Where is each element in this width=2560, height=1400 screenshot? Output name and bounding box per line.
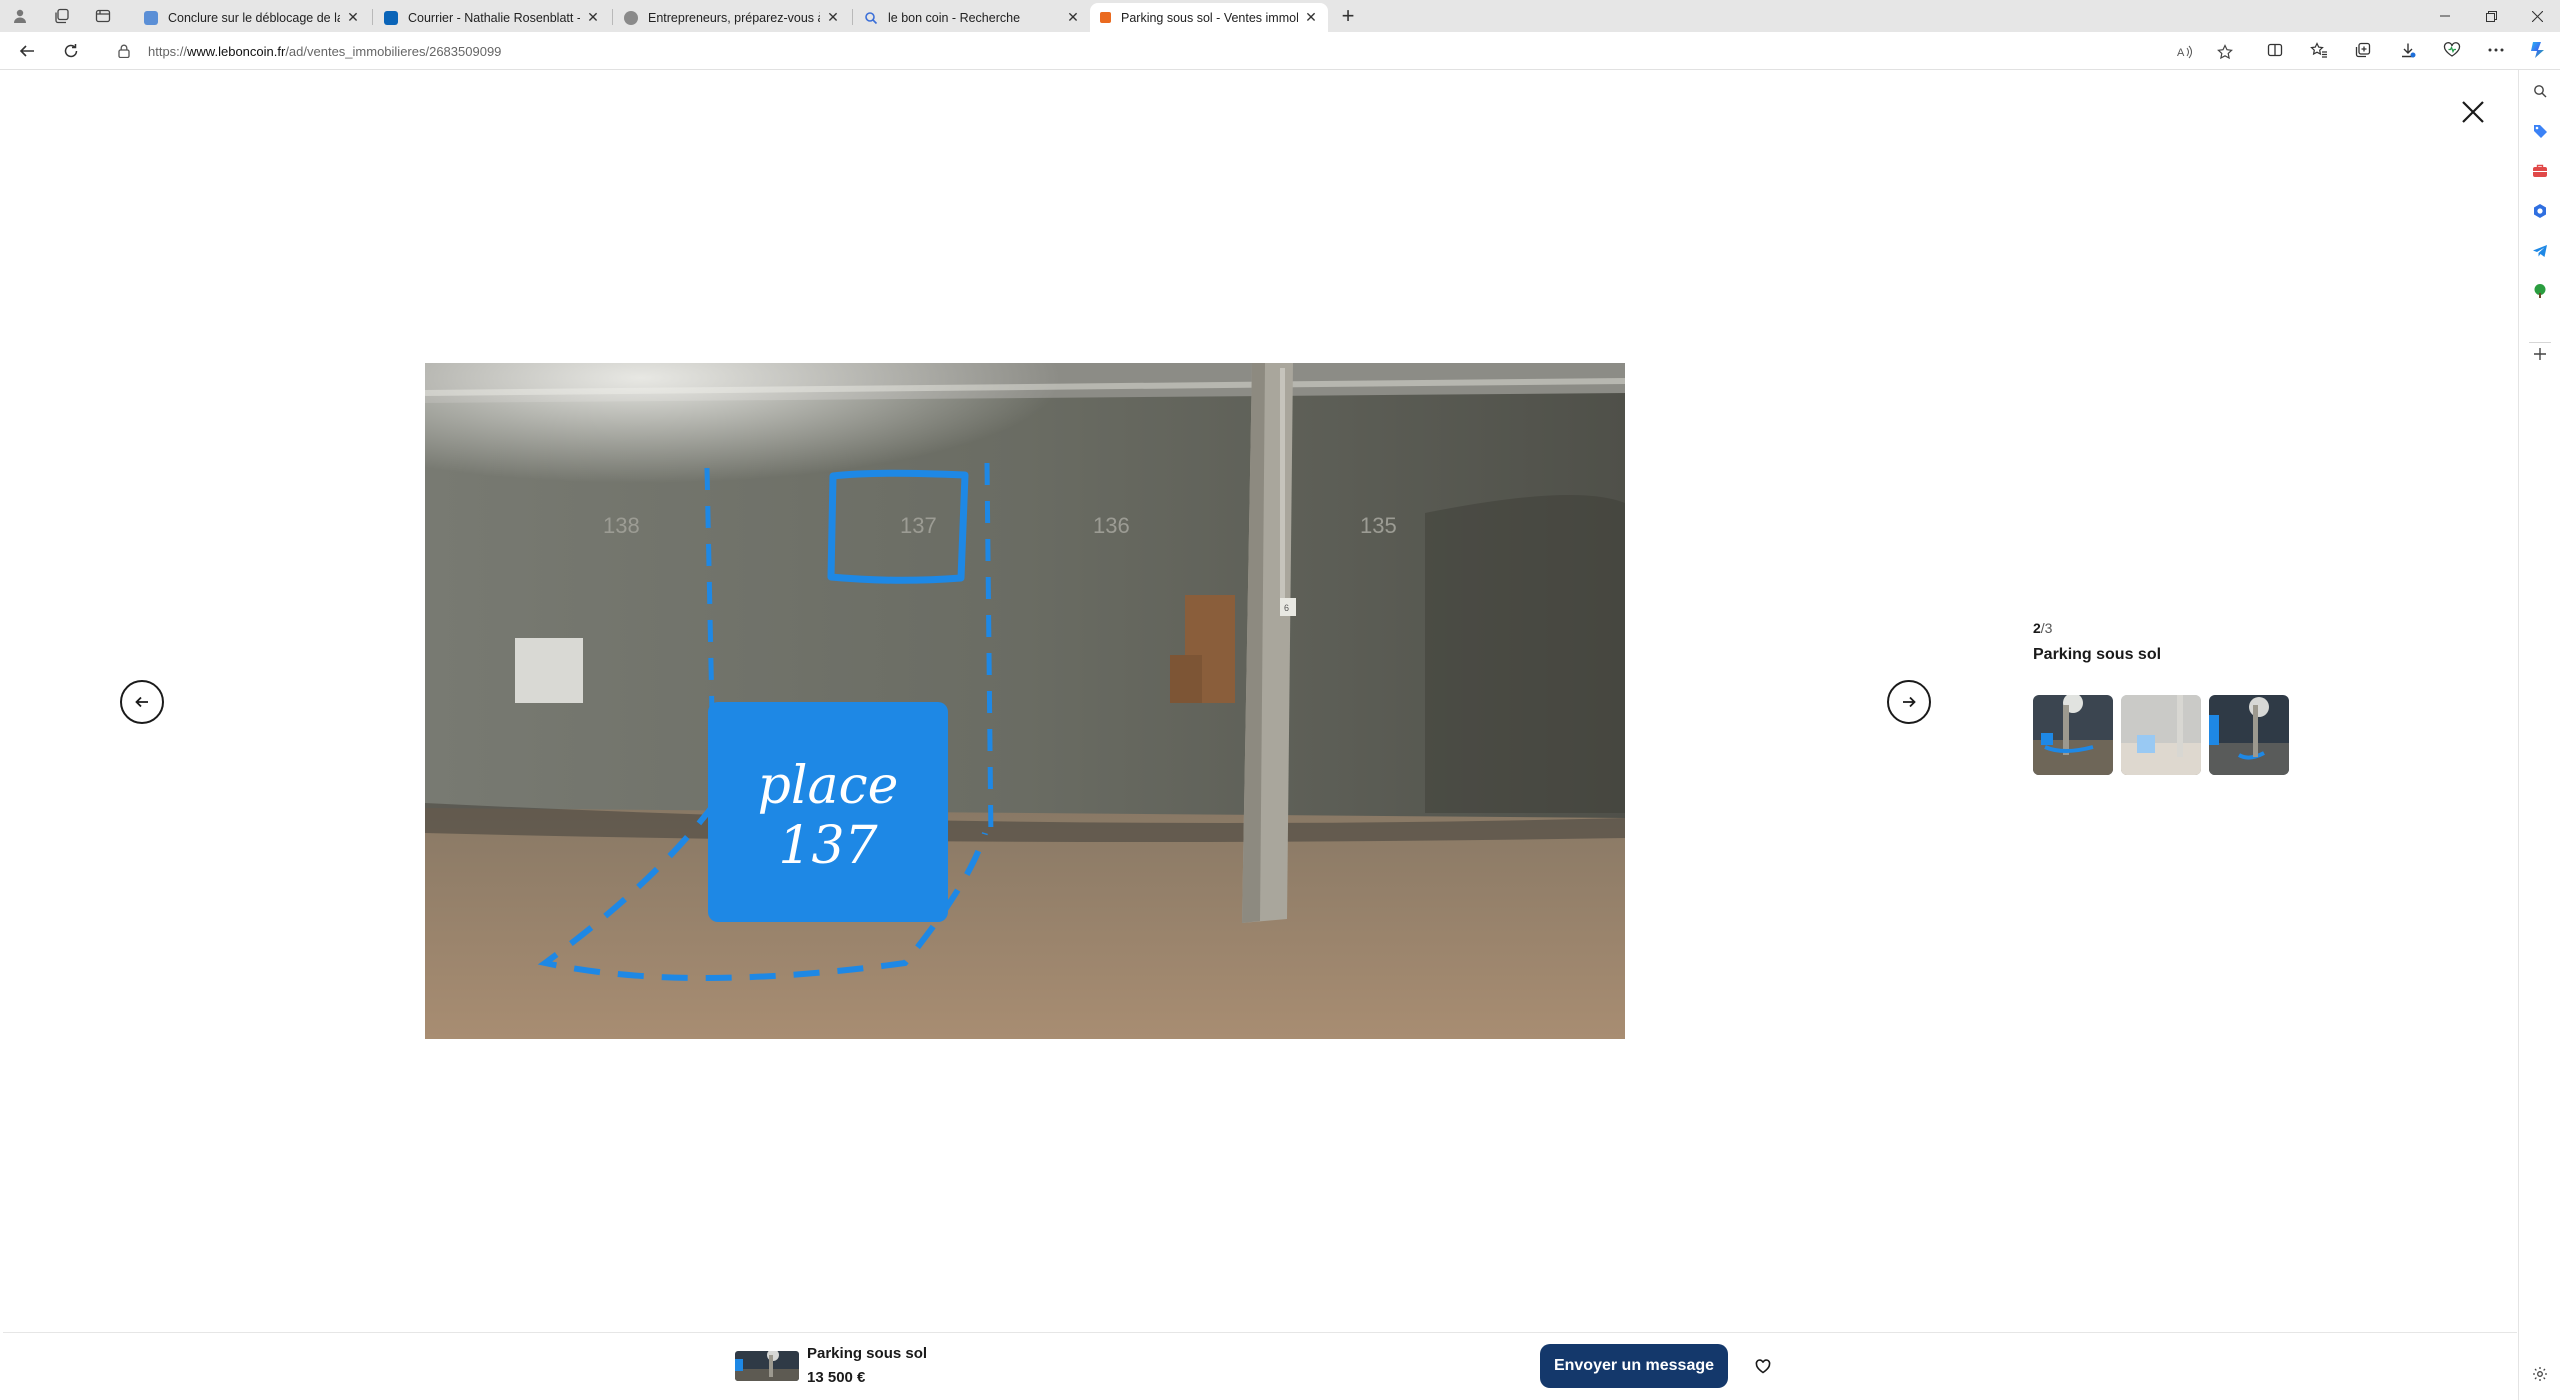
thumbnail-3[interactable] <box>2209 695 2289 775</box>
tools-briefcase-icon[interactable] <box>2530 161 2550 181</box>
photo-overlay-number: 137 <box>778 816 878 876</box>
listing-sticky-bar: Parking sous sol 13 500 € Envoyer un mes… <box>3 1332 2517 1398</box>
browser-essentials-icon[interactable] <box>2442 40 2462 60</box>
favorite-star-icon[interactable] <box>2216 43 2234 61</box>
leboncoin-favicon-icon <box>1100 12 1111 23</box>
tab-conclure[interactable]: Conclure sur le déblocage de la ✕ <box>134 3 370 32</box>
sidebar-search-icon[interactable] <box>2530 81 2550 101</box>
close-tab-icon[interactable]: ✕ <box>826 9 840 26</box>
tab-actions-icon[interactable] <box>93 6 113 26</box>
tab-title: le bon coin - Recherche <box>888 10 1021 25</box>
photo-gallery-modal: 138 137 136 135 6 place 137 2/3 Parking … <box>3 70 2517 1400</box>
address-bar[interactable]: https://www.leboncoin.fr/ad/ventes_immob… <box>104 36 2238 66</box>
copilot-icon[interactable] <box>2527 39 2549 61</box>
close-window-icon[interactable] <box>2514 0 2560 32</box>
add-sidebar-app-icon[interactable] <box>2530 344 2550 364</box>
tab-title: Parking sous sol - Ventes immob <box>1121 10 1298 25</box>
page-favicon-icon <box>624 10 638 25</box>
telegram-send-icon[interactable] <box>2530 241 2550 261</box>
sidebar-settings-gear-icon[interactable] <box>2530 1364 2550 1384</box>
save-favorite-heart-icon[interactable] <box>1751 1354 1775 1378</box>
arrow-left-icon <box>135 696 148 708</box>
tree-icon[interactable] <box>2530 281 2550 301</box>
new-tab-button[interactable]: + <box>1336 5 1360 29</box>
shopping-tag-icon[interactable] <box>2530 121 2550 141</box>
gallery-info-panel: 2/3 Parking sous sol <box>2033 620 2161 664</box>
close-tab-icon[interactable]: ✕ <box>1066 9 1080 26</box>
edge-sidebar <box>2518 70 2560 1400</box>
previous-photo-button[interactable] <box>120 680 164 724</box>
minimize-icon[interactable] <box>2422 0 2468 32</box>
close-tab-icon[interactable]: ✕ <box>586 9 600 26</box>
browser-tab-strip: Conclure sur le déblocage de la ✕ Courri… <box>0 0 2560 32</box>
mail-favicon-icon <box>144 10 158 25</box>
profile-icon[interactable] <box>10 6 30 26</box>
wall-number-138: 138 <box>603 513 640 538</box>
wall-number-136: 136 <box>1093 513 1130 538</box>
tab-courrier[interactable]: Courrier - Nathalie Rosenblatt - C ✕ <box>374 3 610 32</box>
close-tab-icon[interactable]: ✕ <box>1304 9 1318 26</box>
bottom-listing-title[interactable]: Parking sous sol <box>807 1345 927 1362</box>
close-tab-icon[interactable]: ✕ <box>346 9 360 26</box>
tab-entrepreneurs[interactable]: Entrepreneurs, préparez-vous à l ✕ <box>614 3 850 32</box>
tab-parking-active[interactable]: Parking sous sol - Ventes immob ✕ <box>1090 3 1328 32</box>
listing-thumbnail[interactable] <box>735 1351 799 1381</box>
tab-title: Conclure sur le déblocage de la <box>168 10 340 25</box>
reload-icon[interactable] <box>60 40 82 62</box>
favorites-icon[interactable] <box>2309 40 2329 60</box>
workspaces-icon[interactable] <box>52 6 72 26</box>
url-text[interactable]: https://www.leboncoin.fr/ad/ventes_immob… <box>148 44 501 59</box>
restore-icon[interactable] <box>2468 0 2514 32</box>
more-options-icon[interactable] <box>2486 40 2506 60</box>
wall-number-137: 137 <box>900 513 937 538</box>
wall-number-135: 135 <box>1360 513 1397 538</box>
tab-title: Courrier - Nathalie Rosenblatt - C <box>408 10 580 25</box>
pillar-label: 6 <box>1284 603 1289 613</box>
collections-icon[interactable] <box>2353 40 2373 60</box>
close-gallery-button[interactable] <box>2451 90 2495 134</box>
listing-title: Parking sous sol <box>2033 646 2162 663</box>
thumbnail-1[interactable] <box>2033 695 2113 775</box>
arrow-right-icon <box>1903 696 1916 708</box>
tab-divider <box>372 9 373 25</box>
next-photo-button[interactable] <box>1887 680 1931 724</box>
send-message-button[interactable]: Envoyer un message <box>1540 1344 1728 1388</box>
split-screen-icon[interactable] <box>2265 40 2285 60</box>
thumbnail-2-selected[interactable] <box>2121 695 2201 775</box>
photo-counter: 2/3 <box>2033 620 2053 636</box>
back-arrow-icon[interactable] <box>16 40 38 62</box>
main-photo[interactable]: 138 137 136 135 6 place 137 <box>425 363 1625 1039</box>
tab-divider <box>852 9 853 25</box>
office-hexagon-icon[interactable] <box>2530 201 2550 221</box>
outlook-favicon-icon <box>384 10 398 25</box>
downloads-icon[interactable] <box>2398 40 2418 60</box>
svg-text:A: A <box>2177 47 2185 59</box>
lock-icon[interactable] <box>118 44 130 63</box>
tab-leboncoin-search[interactable]: le bon coin - Recherche ✕ <box>854 3 1090 32</box>
photo-overlay-place: place <box>758 756 899 816</box>
sidebar-divider <box>2529 342 2551 343</box>
tab-title: Entrepreneurs, préparez-vous à l <box>648 10 820 25</box>
bottom-listing-price: 13 500 € <box>807 1369 866 1386</box>
search-favicon-icon <box>864 11 878 25</box>
thumbnail-strip <box>2033 695 2289 775</box>
tab-divider <box>612 9 613 25</box>
read-aloud-icon[interactable]: A <box>2176 43 2194 61</box>
browser-toolbar: https://www.leboncoin.fr/ad/ventes_immob… <box>0 32 2560 70</box>
